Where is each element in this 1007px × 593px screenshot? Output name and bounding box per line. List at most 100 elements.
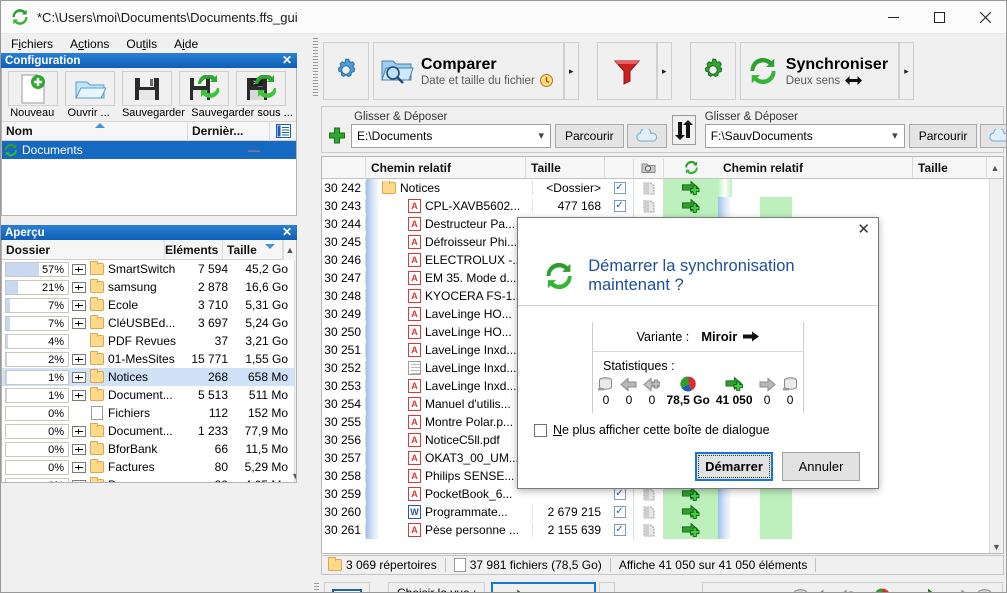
config-new-button[interactable] — [4, 71, 61, 107]
bottom-gripper[interactable] — [314, 583, 319, 592]
expand-icon[interactable] — [72, 425, 86, 437]
left-cloud-button[interactable] — [626, 124, 667, 148]
right-grid-row[interactable] — [718, 179, 989, 197]
config-list-item-documents[interactable]: Documents — — [2, 141, 296, 159]
preview-scrollbar[interactable]: ▼ — [291, 260, 296, 482]
preview-col-dossier[interactable]: Dossier — [2, 239, 165, 260]
middle-grid-row[interactable]: ✓ — [606, 503, 718, 521]
right-grid-row[interactable] — [718, 197, 989, 215]
select-all-cell[interactable] — [606, 158, 634, 177]
checkbox-checked-icon[interactable]: ✓ — [613, 488, 626, 500]
preview-row[interactable]: 0% BforBank 66 11,5 Mo — [2, 440, 294, 458]
preview-row[interactable]: 7% CléUSBEd... 3 697 5,24 Go — [2, 314, 294, 332]
left-grid-row[interactable]: 30 260 W Programmate... 2 679 215 — [322, 503, 606, 521]
compare-button[interactable]: Comparer Date et taille du fichier — [373, 42, 564, 100]
filter-button[interactable] — [596, 42, 657, 100]
expand-icon[interactable] — [72, 461, 86, 473]
expand-icon[interactable] — [72, 371, 86, 383]
preview-panel-close-icon[interactable]: ✕ — [282, 225, 292, 240]
left-grid-row[interactable]: 30 243 A CPL-XAVB5602... 477 168 — [322, 197, 606, 215]
expand-icon[interactable] — [72, 389, 86, 401]
toolbar-gripper[interactable] — [313, 38, 318, 96]
preview-list[interactable]: 57% SmartSwitch 7 594 45,2 Go 21% samsung 2 87… — [2, 260, 295, 482]
right-folder-input[interactable]: F:\SauvDocuments ▾ — [704, 124, 905, 148]
compare-settings-button[interactable] — [323, 42, 369, 100]
config-list[interactable]: Documents — — [2, 141, 296, 215]
close-button[interactable] — [962, 1, 1006, 34]
checkbox-box[interactable] — [534, 423, 547, 437]
config-save-button[interactable] — [118, 71, 175, 107]
preview-scroll-down-arrow[interactable]: ▼ — [291, 471, 296, 481]
expand-icon[interactable] — [72, 443, 86, 455]
row-include-checkbox-cell[interactable]: ✓ — [606, 197, 634, 215]
chevron-down-icon[interactable]: ▾ — [538, 129, 544, 142]
middle-grid-row[interactable]: ✓ — [606, 179, 718, 197]
compare-dropdown-button[interactable]: ▸ — [563, 42, 579, 100]
expand-icon[interactable] — [72, 317, 86, 329]
right-cloud-button[interactable] — [980, 124, 1006, 148]
checkbox-checked-icon[interactable]: ✓ — [613, 200, 626, 212]
config-col-dernier[interactable]: Dernièr... — [188, 121, 270, 141]
left-browse-button[interactable]: Parcourir — [555, 124, 624, 148]
menu-aide[interactable]: Aide — [172, 35, 207, 53]
dialog-close-button[interactable]: ✕ — [857, 222, 870, 237]
dialog-cancel-button[interactable]: Annuler — [782, 452, 860, 481]
sync-direction-header[interactable] — [664, 157, 718, 179]
filter-dropdown-button[interactable]: ▸ — [656, 42, 672, 100]
create-right-filter-button[interactable]: 41 050 — [491, 582, 597, 592]
row-sync-direction[interactable] — [664, 179, 718, 197]
row-include-checkbox-cell[interactable]: ✓ — [606, 521, 634, 539]
preview-row[interactable]: 1% Notices 268 658 Mo — [2, 368, 295, 386]
chevron-down-icon[interactable]: ▾ — [892, 129, 898, 142]
expand-icon[interactable] — [72, 281, 86, 293]
config-panel-close-icon[interactable]: ✕ — [282, 53, 292, 68]
preview-row[interactable]: 0% Factures 80 5,29 Mo — [2, 458, 294, 476]
right-browse-button[interactable]: Parcourir — [908, 124, 978, 148]
middle-grid-row[interactable]: ✓ — [606, 521, 718, 539]
menu-fichiers[interactable]: Fichiers — [9, 35, 62, 53]
menu-actions[interactable]: Actions — [68, 35, 118, 53]
right-scroll-down-arrow[interactable]: ▼ — [992, 542, 1001, 552]
compare-result-header[interactable] — [634, 158, 664, 177]
preview-row[interactable]: 0% Fichiers 112 152 Mo — [2, 404, 294, 422]
preview-row[interactable]: 21% samsung 2 878 16,6 Go — [2, 278, 294, 296]
row-sync-direction[interactable] — [664, 521, 718, 539]
checkbox-checked-icon[interactable]: ✓ — [613, 506, 626, 518]
row-include-checkbox-cell[interactable]: ✓ — [606, 503, 634, 521]
add-folder-pair-button[interactable] — [326, 125, 348, 147]
minimize-button[interactable] — [870, 1, 916, 34]
preview-scroll-up-arrow[interactable]: ▲ — [283, 239, 296, 260]
swap-sides-button[interactable] — [671, 114, 696, 145]
right-grid-row[interactable] — [718, 503, 989, 521]
left-grid-row[interactable]: 30 261 A Pèse personne ... 2 155 639 — [322, 521, 606, 539]
dialog-dont-show-checkbox[interactable]: Ne plus afficher cette boîte de dialogue — [534, 423, 878, 437]
expand-icon[interactable] — [72, 263, 86, 275]
preview-row[interactable]: 7% Ecole 3 710 5,31 Go — [2, 296, 294, 314]
log-button[interactable] — [324, 582, 370, 592]
right-col-size[interactable]: Taille — [913, 156, 987, 179]
middle-grid-row[interactable]: ✓ — [606, 197, 718, 215]
preview-col-taille[interactable]: Taille — [223, 239, 283, 260]
left-col-path[interactable]: Chemin relatif — [366, 156, 526, 179]
config-save-batch-button[interactable]: >_ — [232, 71, 289, 107]
preview-col-elements[interactable]: Eléments — [165, 239, 223, 260]
config-open-button[interactable] — [61, 71, 118, 107]
row-sync-direction[interactable] — [664, 503, 718, 521]
expand-icon[interactable] — [72, 299, 86, 311]
maximize-button[interactable] — [916, 1, 962, 34]
preview-row[interactable]: 0% Banque no304,05 Mo — [2, 476, 294, 482]
row-include-checkbox-cell[interactable]: ✓ — [606, 179, 634, 197]
checkbox-checked-icon[interactable]: ✓ — [613, 524, 626, 536]
config-col-options[interactable] — [270, 121, 296, 141]
config-save-as-button[interactable] — [175, 71, 232, 107]
checkbox-checked-icon[interactable]: ✓ — [613, 182, 626, 194]
synchronize-dropdown-button[interactable]: ▸ — [899, 42, 915, 100]
dialog-start-button[interactable]: Démarrer — [695, 452, 773, 481]
view-filter-dropdown-button[interactable]: ▸ — [599, 582, 616, 592]
left-col-size[interactable]: Taille — [526, 156, 605, 179]
preview-row[interactable]: 2% 01-MesSites 15 771 1,55 Go — [2, 350, 294, 368]
right-scroll-up-arrow[interactable]: ▲ — [987, 157, 1003, 179]
synchronize-button[interactable]: Synchroniser Deux sens — [739, 42, 900, 100]
expand-icon[interactable] — [72, 353, 86, 365]
left-grid-row[interactable]: 30 242 Notices <Dossier> — [322, 179, 606, 197]
